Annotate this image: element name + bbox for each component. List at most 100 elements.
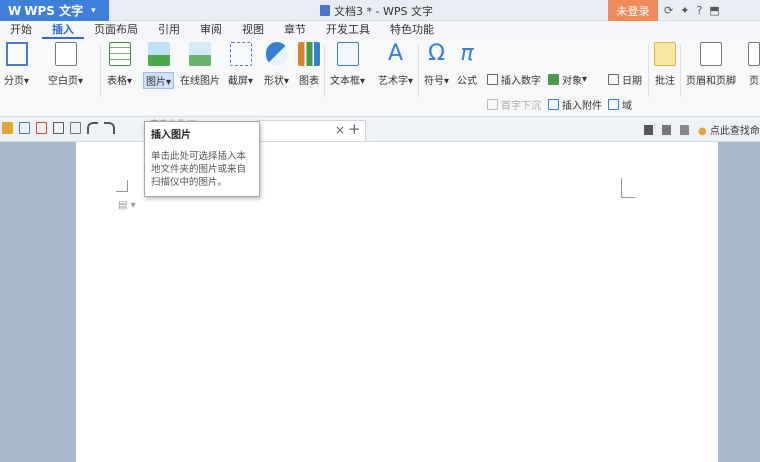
pdf-icon[interactable] <box>36 122 47 134</box>
textbox-button[interactable]: 文本框▾ <box>330 42 365 87</box>
quick-access-bar: × + ● 点此查找命 <box>0 117 760 142</box>
lightbulb-icon: ● <box>698 126 707 137</box>
refresh-icon[interactable]: ⟳ <box>664 4 673 17</box>
tooltip-title: 插入图片 <box>151 130 191 141</box>
picture-icon <box>147 42 170 66</box>
comment-label: 批注 <box>655 76 675 87</box>
blank-page-button[interactable]: 空白页▾ <box>48 42 83 87</box>
blank-page-icon <box>54 42 77 66</box>
online-picture-button[interactable]: 在线图片 <box>180 42 220 87</box>
print-icon[interactable] <box>53 122 64 134</box>
textbox-icon <box>336 42 359 66</box>
header-footer-label: 页眉和页脚 <box>686 76 736 87</box>
shape-icon <box>265 42 288 66</box>
page-break-icon <box>5 42 28 66</box>
calendar-icon <box>608 74 619 85</box>
screenshot-icon <box>229 42 252 66</box>
online-picture-icon <box>189 42 211 66</box>
ribbon-divider <box>418 45 419 97</box>
tab-review[interactable]: 审阅 <box>190 21 232 39</box>
shirt-icon[interactable]: ✦ <box>680 4 689 17</box>
pi-icon: π <box>460 41 474 66</box>
close-tab-icon[interactable]: × <box>335 123 345 137</box>
tab-developer[interactable]: 开发工具 <box>316 21 380 39</box>
undo-icon[interactable] <box>87 122 98 134</box>
help-icon[interactable]: ? <box>696 4 702 17</box>
symbol-button[interactable]: Ω 符号▾ <box>424 41 449 88</box>
online-picture-label: 在线图片 <box>180 76 220 87</box>
tooltip-line: 单击此处可选择插入本 <box>151 151 247 162</box>
paragraph-handle-icon[interactable]: ▤ ▾ <box>118 200 136 211</box>
comment-button[interactable]: 批注 <box>654 42 676 87</box>
field-button[interactable]: 域 <box>608 97 632 112</box>
drop-cap-label: 首字下沉 <box>501 101 541 112</box>
wordart-button[interactable]: A 艺术字▾ <box>378 42 413 88</box>
margin-marker-top-left <box>116 180 128 192</box>
blank-page-label: 空白页 <box>48 76 78 87</box>
ribbon-divider <box>100 45 101 97</box>
right-quick-tools: ● 点此查找命 <box>644 122 760 137</box>
tab-page-layout[interactable]: 页面布局 <box>84 21 148 39</box>
object-button[interactable]: 对象 ▾ <box>548 72 587 87</box>
window-title: 文档3 * - WPS 文字 <box>320 0 433 21</box>
page-break-button[interactable]: 分页▾ <box>4 42 29 87</box>
tab-home[interactable]: 开始 <box>0 21 42 39</box>
picture-button[interactable]: 图片▾ <box>143 42 175 89</box>
tab-view[interactable]: 视图 <box>232 21 274 39</box>
number-icon <box>487 74 498 85</box>
object-label: 对象 <box>562 76 582 87</box>
symbol-label: 符号 <box>424 76 444 87</box>
tab-sections[interactable]: 章节 <box>274 21 316 39</box>
title-bar: W WPS 文字 ▾ 文档3 * - WPS 文字 未登录 ⟳ ✦ ? ⬒ <box>0 0 760 21</box>
attachment-button[interactable]: 插入附件 <box>548 97 602 112</box>
page-number-label: 页 <box>749 76 759 87</box>
screenshot-button[interactable]: 截屏▾ <box>228 42 253 87</box>
print-preview-icon[interactable] <box>70 122 81 134</box>
ribbon-divider <box>324 45 325 97</box>
view-toggle-icon[interactable] <box>644 124 653 135</box>
quick-access-icons <box>2 122 115 134</box>
tab-references[interactable]: 引用 <box>148 21 190 39</box>
date-button[interactable]: 日期 <box>608 72 642 87</box>
wordart-label: 艺术字 <box>378 76 408 87</box>
window-title-text: 文档3 * - WPS 文字 <box>334 4 433 18</box>
object-icon <box>548 74 559 85</box>
wps-logo-icon: W <box>8 3 22 18</box>
table-button[interactable]: 表格▾ <box>107 42 132 87</box>
app-menu-button[interactable]: W WPS 文字 ▾ <box>0 0 109 21</box>
shape-label: 形状 <box>264 76 284 87</box>
omega-icon: Ω <box>428 41 445 66</box>
skin-icon[interactable] <box>662 124 671 135</box>
search-command[interactable]: ● 点此查找命 <box>698 122 760 137</box>
table-label: 表格 <box>107 76 127 87</box>
insert-ribbon: 分页▾ 空白页▾ 表格▾ 图片▾ 在线图片 截屏▾ 形状▾ 图表 文本框▾ A … <box>0 39 760 117</box>
tab-special[interactable]: 特色功能 <box>380 21 444 39</box>
restore-icon[interactable]: ⬒ <box>709 4 719 17</box>
title-icon-group: ⟳ ✦ ? ⬒ <box>664 0 720 21</box>
new-tab-icon[interactable]: + <box>348 120 361 138</box>
formula-button[interactable]: π 公式 <box>456 41 478 88</box>
ribbon-divider <box>680 45 681 97</box>
header-footer-button[interactable]: 页眉和页脚 <box>686 42 736 87</box>
chart-button[interactable]: 图表 <box>298 42 320 87</box>
attachment-label: 插入附件 <box>562 101 602 112</box>
margin-marker-top-right <box>621 178 635 198</box>
share-icon[interactable] <box>680 124 689 135</box>
page-number-button[interactable]: 页 <box>748 42 760 87</box>
login-button[interactable]: 未登录 <box>608 0 658 21</box>
insert-number-button[interactable]: 插入数字 <box>487 72 541 87</box>
shape-button[interactable]: 形状▾ <box>264 42 289 87</box>
redo-icon[interactable] <box>104 122 115 134</box>
save-icon[interactable] <box>19 122 30 134</box>
textbox-label: 文本框 <box>330 76 360 87</box>
screenshot-label: 截屏 <box>228 76 248 87</box>
picture-tooltip: 插入图片 单击此处可选择插入本 地文件夹的图片或来自 扫描仪中的图片。 <box>144 121 260 197</box>
app-name: WPS 文字 <box>24 4 84 18</box>
tab-insert[interactable]: 插入 <box>42 21 84 39</box>
open-folder-icon[interactable] <box>2 122 13 134</box>
tooltip-line: 地文件夹的图片或来自 <box>151 164 247 175</box>
drop-cap-button[interactable]: 首字下沉 <box>487 97 541 112</box>
field-label: 域 <box>622 101 632 112</box>
chart-icon <box>298 42 320 66</box>
formula-label: 公式 <box>457 76 477 87</box>
